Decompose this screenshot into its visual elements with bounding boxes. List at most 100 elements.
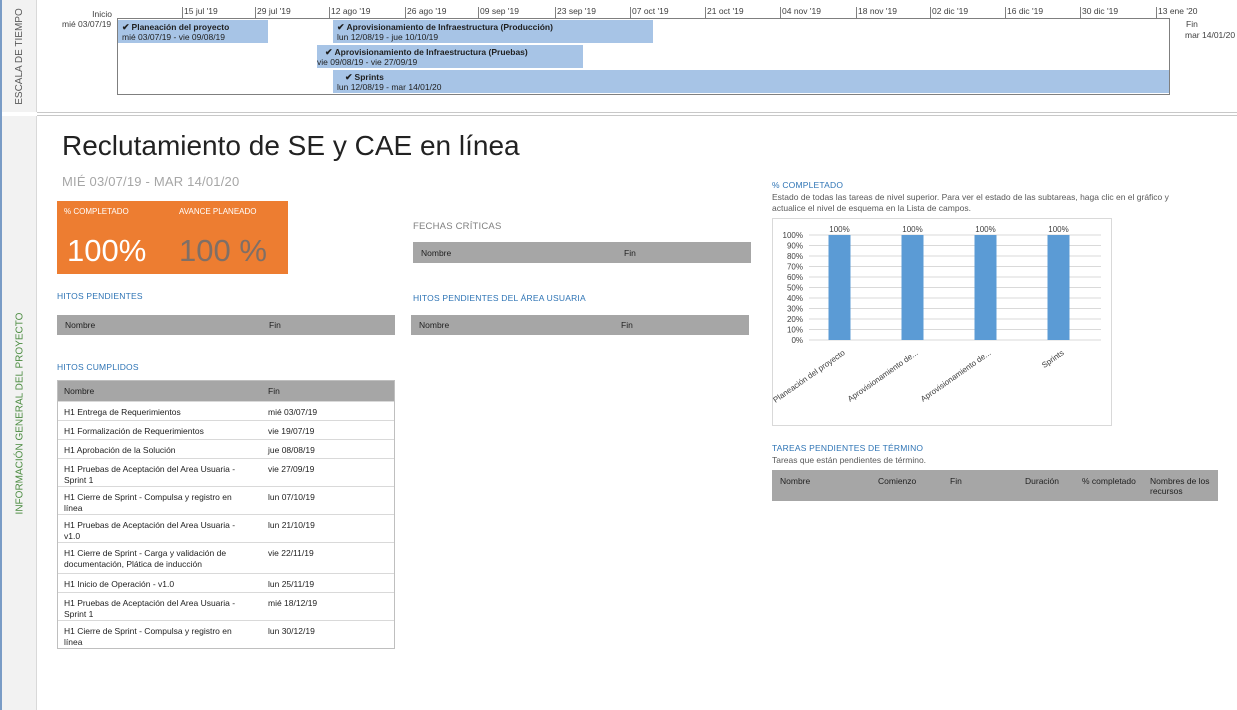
timeline-bar-sprints[interactable]: ✔ Sprints lun 12/08/19 - mar 14/01/20 bbox=[333, 70, 1169, 93]
chart-y-tick-label: 20% bbox=[787, 315, 803, 324]
table-row[interactable]: H1 Aprobación de la Solución jue 08/08/19 bbox=[58, 439, 394, 458]
hito-name: H1 Pruebas de Aceptación del Area Usuari… bbox=[64, 598, 236, 619]
tareas-pendientes-table-header[interactable]: Nombre Comienzo Fin Duración % completad… bbox=[772, 470, 1218, 501]
hitos-area-usuaria-table-header[interactable]: Nombre Fin bbox=[411, 315, 749, 335]
timeline-start-date: mié 03/07/19 bbox=[62, 19, 112, 29]
hito-name: H1 Aprobación de la Solución bbox=[64, 445, 176, 455]
hito-name: H1 Cierre de Sprint - Compulsa y registr… bbox=[64, 626, 232, 647]
chart-bar bbox=[974, 235, 997, 340]
timeline-date-label: 16 dic '19 bbox=[1007, 6, 1044, 16]
hito-end-date: lun 30/12/19 bbox=[268, 626, 315, 636]
bar-range: lun 12/08/19 - mar 14/01/20 bbox=[337, 82, 442, 92]
bar-name: Planeación del proyecto bbox=[131, 22, 230, 32]
chart-y-tick-label: 90% bbox=[787, 242, 803, 251]
bar-range: lun 12/08/19 - jue 10/10/19 bbox=[337, 32, 439, 42]
table-row[interactable]: H1 Pruebas de Aceptación del Area Usuari… bbox=[58, 514, 394, 542]
timeline-bar-aprov-produccion[interactable]: ✔ Aprovisionamiento de Infraestructura (P… bbox=[333, 20, 653, 43]
hito-end-date: lun 21/10/19 bbox=[268, 520, 315, 530]
kpi-completed-value: 100% bbox=[67, 233, 147, 268]
hitos-pendientes-table-header[interactable]: Nombre Fin bbox=[57, 315, 395, 335]
chart-y-tick-label: 100% bbox=[783, 231, 803, 240]
chart-y-tick-label: 80% bbox=[787, 252, 803, 261]
hito-name: H1 Inicio de Operación - v1.0 bbox=[64, 579, 175, 589]
kpi-completed-label: % COMPLETADO bbox=[64, 207, 129, 216]
check-icon: ✔ bbox=[325, 47, 333, 57]
timeline-date-label: 13 ene '20 bbox=[1158, 6, 1198, 16]
column-fin: Fin bbox=[621, 320, 633, 330]
table-row[interactable]: H1 Pruebas de Aceptación del Area Usuari… bbox=[58, 458, 394, 486]
column-fin: Fin bbox=[268, 386, 280, 396]
timeline-date-label: 04 nov '19 bbox=[782, 6, 821, 16]
table-row[interactable]: H1 Cierre de Sprint - Compulsa y registr… bbox=[58, 620, 394, 648]
table-row[interactable]: H1 Cierre de Sprint - Carga y validación… bbox=[58, 542, 394, 573]
table-header: Nombre Fin bbox=[58, 381, 394, 401]
report-date-range: MIÉ 03/07/19 - MAR 14/01/20 bbox=[62, 174, 240, 189]
chart-data-label: 100% bbox=[975, 225, 995, 234]
hito-name: H1 Pruebas de Aceptación del Area Usuari… bbox=[64, 520, 236, 541]
report-title: Reclutamiento de SE y CAE en línea bbox=[62, 130, 520, 161]
report-side-label-box: INFORMACIÓN GENERAL DEL PROYECTO bbox=[2, 116, 37, 710]
chart-data-label: 100% bbox=[829, 225, 849, 234]
column-comienzo: Comienzo bbox=[878, 476, 917, 486]
column-fin: Fin bbox=[624, 247, 636, 258]
chart-data-label: 100% bbox=[1048, 225, 1068, 234]
column-nombres-recursos: Nombres de los recursos bbox=[1150, 476, 1210, 496]
kpi-planned-value: 100 % bbox=[179, 233, 267, 268]
hito-name: H1 Pruebas de Aceptación del Area Usuari… bbox=[64, 464, 236, 485]
hito-end-date: jue 08/08/19 bbox=[268, 445, 315, 455]
bar-range: mié 03/07/19 - vie 09/08/19 bbox=[122, 32, 226, 42]
hito-name: H1 Entrega de Requerimientos bbox=[64, 407, 181, 417]
tareas-pendientes-description: Tareas que están pendientes de término. bbox=[772, 455, 927, 465]
timeline-end-date: mar 14/01/20 bbox=[1185, 30, 1236, 40]
timeline[interactable]: Inicio mié 03/07/19 Fin mar 14/01/20 15 … bbox=[0, 0, 1237, 112]
hito-end-date: vie 22/11/19 bbox=[268, 548, 314, 558]
timeline-bar-aprov-pruebas[interactable]: ✔ Aprovisionamiento de Infraestructura (P… bbox=[317, 45, 583, 68]
chart-category-label: Aprovisionamiento de... bbox=[919, 348, 993, 403]
column-nombre: Nombre bbox=[419, 320, 450, 330]
table-row[interactable]: H1 Pruebas de Aceptación del Area Usuari… bbox=[58, 592, 394, 620]
check-icon: ✔ bbox=[122, 22, 130, 32]
hito-name: H1 Cierre de Sprint - Compulsa y registr… bbox=[64, 492, 232, 513]
timeline-bar-planeacion[interactable]: ✔ Planeación del proyecto mié 03/07/19 - … bbox=[118, 20, 268, 43]
kpi-box[interactable]: % COMPLETADO AVANCE PLANEADO 100% 100 % bbox=[57, 201, 288, 274]
timeline-date-label: 21 oct '19 bbox=[707, 6, 744, 16]
bar-name: Aprovisionamiento de Infraestructura (Pr… bbox=[334, 47, 528, 57]
hito-end-date: lun 07/10/19 bbox=[268, 492, 315, 502]
timeline-date-label: 07 oct '19 bbox=[632, 6, 669, 16]
column-fin: Fin bbox=[950, 476, 962, 486]
column-porcentaje-completado: % completado bbox=[1082, 476, 1136, 486]
kpi-planned-label: AVANCE PLANEADO bbox=[179, 207, 257, 216]
check-icon: ✔ bbox=[337, 22, 345, 32]
hitos-cumplidos-rows: H1 Entrega de Requerimientos mié 03/07/19… bbox=[58, 401, 394, 648]
chart-y-tick-label: 70% bbox=[787, 263, 803, 272]
fechas-criticas-title: FECHAS CRÍTICAS bbox=[413, 221, 502, 232]
hito-end-date: mié 03/07/19 bbox=[268, 407, 318, 417]
completado-chart-svg: 0%10% 20%30% 40%50% 60%70% 80%90% 100% 100% Pla… bbox=[772, 225, 1101, 405]
table-row[interactable]: H1 Entrega de Requerimientos mié 03/07/19 bbox=[58, 401, 394, 420]
timeline-date-label: 26 ago '19 bbox=[407, 6, 447, 16]
hito-end-date: vie 19/07/19 bbox=[268, 426, 315, 436]
column-nombre: Nombre bbox=[780, 476, 811, 486]
chart-y-tick-label: 0% bbox=[791, 336, 803, 345]
fechas-criticas-table-header[interactable]: Nombre Fin bbox=[413, 242, 751, 263]
table-row[interactable]: H1 Inicio de Operación - v1.0 lun 25/11/1… bbox=[58, 573, 394, 592]
chart-bar bbox=[828, 235, 851, 340]
table-row[interactable]: H1 Cierre de Sprint - Compulsa y registr… bbox=[58, 486, 394, 514]
chart-y-tick-label: 60% bbox=[787, 273, 803, 282]
timeline-date-label: 23 sep '19 bbox=[557, 6, 596, 16]
hitos-area-usuaria-title: HITOS PENDIENTES DEL ÁREA USUARIA bbox=[413, 293, 586, 303]
bar-name: Aprovisionamiento de Infraestructura (Pr… bbox=[346, 22, 553, 32]
hitos-cumplidos-table[interactable]: Nombre Fin H1 Entrega de Requerimientos m… bbox=[57, 380, 395, 649]
chart-y-tick-label: 50% bbox=[787, 284, 803, 293]
table-row[interactable]: H1 Formalización de Requerimientos vie 19… bbox=[58, 420, 394, 439]
section-separator[interactable] bbox=[37, 112, 1237, 116]
column-duracion: Duración bbox=[1025, 476, 1060, 486]
column-nombre: Nombre bbox=[64, 386, 95, 396]
chart-y-tick-label: 40% bbox=[787, 294, 803, 303]
bar-range: vie 09/08/19 - vie 27/09/19 bbox=[317, 57, 418, 67]
hito-name: H1 Formalización de Requerimientos bbox=[64, 426, 204, 436]
timeline-date-label: 02 dic '19 bbox=[932, 6, 969, 16]
chart-y-tick-label: 10% bbox=[787, 326, 803, 335]
hito-end-date: mié 18/12/19 bbox=[268, 598, 318, 608]
completado-chart[interactable]: 0% 10% 20% 30% 40% 50% 60% 70% 80% 90% 100% 100% Pla… bbox=[772, 218, 1112, 426]
